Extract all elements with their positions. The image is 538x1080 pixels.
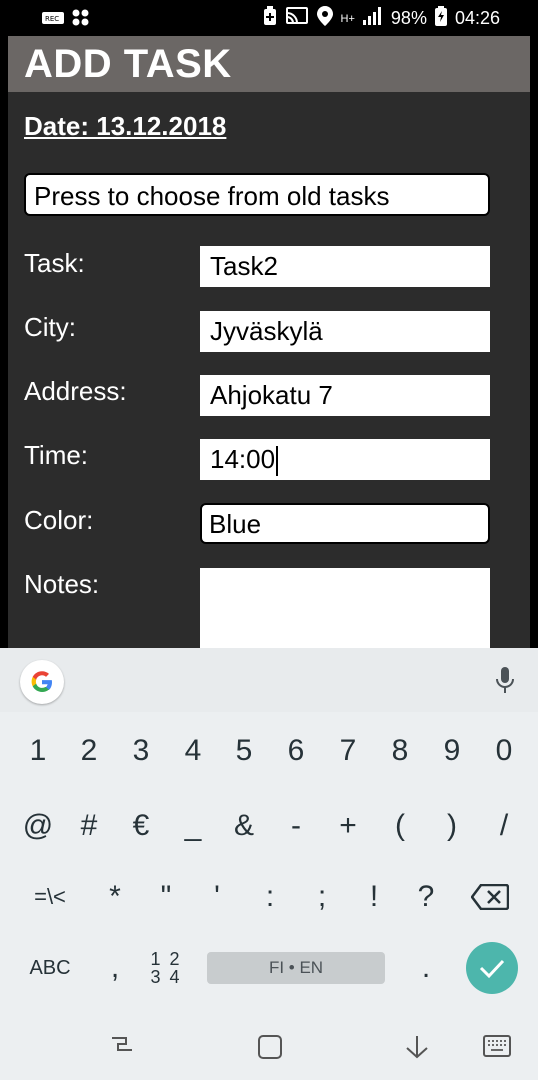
keyboard-row-symbols: @ # € _ & - + ( ) / xyxy=(0,790,538,862)
key-euro[interactable]: € xyxy=(115,790,167,862)
key-exclamation[interactable]: ! xyxy=(348,861,400,933)
key-5[interactable]: 5 xyxy=(218,715,270,787)
key-left-paren[interactable]: ( xyxy=(374,790,426,862)
network-type: H+ xyxy=(340,12,355,25)
text-cursor xyxy=(276,446,279,477)
key-8[interactable]: 8 xyxy=(374,715,426,787)
status-bar: REC H+ 98% 04:26 xyxy=(0,0,538,36)
color-select[interactable]: Blue xyxy=(200,503,490,544)
enter-button[interactable] xyxy=(466,942,518,994)
recent-apps-icon[interactable] xyxy=(108,1034,136,1063)
key-at[interactable]: @ xyxy=(12,790,64,862)
grid-icon xyxy=(72,9,90,32)
signal-icon xyxy=(362,7,383,30)
color-label: Color: xyxy=(24,505,94,535)
key-comma[interactable]: , xyxy=(89,932,141,1004)
key-1[interactable]: 1 xyxy=(12,715,64,787)
address-label: Address: xyxy=(24,376,127,406)
backspace-icon[interactable] xyxy=(464,861,516,933)
choose-old-tasks-button[interactable]: Press to choose from old tasks xyxy=(24,173,490,216)
notes-textarea[interactable] xyxy=(200,568,490,648)
soft-keyboard: 1 2 3 4 5 6 7 8 9 0 @ # € _ & - + ( ) / … xyxy=(0,648,538,1010)
key-colon[interactable]: : xyxy=(244,861,296,933)
numpad-label-bottom: 3 4 xyxy=(150,967,182,987)
key-semicolon[interactable]: ; xyxy=(296,861,348,933)
key-hash[interactable]: # xyxy=(63,790,115,862)
key-4[interactable]: 4 xyxy=(167,715,219,787)
address-input[interactable]: Ahjokatu 7 xyxy=(200,375,490,416)
key-minus[interactable]: - xyxy=(270,790,322,862)
microphone-icon[interactable] xyxy=(494,666,516,699)
city-input[interactable]: Jyväskylä xyxy=(200,311,490,352)
key-underscore[interactable]: _ xyxy=(167,790,219,862)
key-slash[interactable]: / xyxy=(478,790,530,862)
rec-icon: REC xyxy=(42,11,64,30)
navigation-bar xyxy=(0,1010,538,1080)
key-9[interactable]: 9 xyxy=(426,715,478,787)
date-label: Date: 13.12.2018 xyxy=(24,111,227,141)
key-double-quote[interactable]: " xyxy=(140,861,192,933)
key-right-paren[interactable]: ) xyxy=(426,790,478,862)
space-bar[interactable]: FI • EN xyxy=(207,952,385,984)
key-0[interactable]: 0 xyxy=(478,715,530,787)
key-numpad[interactable]: 1 2 3 4 xyxy=(140,932,192,1004)
key-more-symbols[interactable]: =\< xyxy=(20,861,80,933)
notes-label: Notes: xyxy=(24,569,100,599)
page-title: ADD TASK xyxy=(24,42,232,86)
svg-text:REC: REC xyxy=(45,15,59,23)
title-bar: ADD TASK xyxy=(8,36,530,92)
time-label: Time: xyxy=(24,440,89,470)
key-single-quote[interactable]: ' xyxy=(191,861,243,933)
key-abc[interactable]: ABC xyxy=(15,932,85,1004)
google-icon[interactable] xyxy=(20,660,64,704)
keyboard-row-numbers: 1 2 3 4 5 6 7 8 9 0 xyxy=(0,715,538,787)
city-label: City: xyxy=(24,312,76,342)
battery-percent: 98% xyxy=(390,8,427,28)
key-question[interactable]: ? xyxy=(400,861,452,933)
key-ampersand[interactable]: & xyxy=(218,790,270,862)
clock: 04:26 xyxy=(454,8,500,28)
task-input[interactable]: Task2 xyxy=(200,246,490,287)
key-7[interactable]: 7 xyxy=(322,715,374,787)
key-period[interactable]: . xyxy=(400,932,452,1004)
battery-saver-icon xyxy=(263,6,277,31)
checkmark-icon xyxy=(479,959,505,979)
key-asterisk[interactable]: * xyxy=(89,861,141,933)
battery-icon xyxy=(434,6,447,31)
home-icon[interactable] xyxy=(257,1034,283,1065)
add-task-screen: ADD TASK Date: 13.12.2018 Press to choos… xyxy=(8,36,530,648)
time-value: 14:00 xyxy=(210,444,276,474)
key-2[interactable]: 2 xyxy=(63,715,115,787)
task-label: Task: xyxy=(24,248,85,278)
suggestion-bar xyxy=(0,648,538,712)
cast-icon xyxy=(285,6,309,31)
time-input[interactable]: 14:00 xyxy=(200,439,490,480)
location-icon xyxy=(316,6,333,31)
key-plus[interactable]: + xyxy=(322,790,374,862)
hide-keyboard-icon[interactable] xyxy=(403,1034,431,1065)
keyboard-row-punctuation: =\< * " ' : ; ! ? xyxy=(0,861,538,933)
keyboard-row-bottom: ABC , 1 2 3 4 FI • EN . xyxy=(0,932,538,1004)
key-6[interactable]: 6 xyxy=(270,715,322,787)
key-3[interactable]: 3 xyxy=(115,715,167,787)
keyboard-switch-icon[interactable] xyxy=(483,1034,511,1063)
numpad-label-top: 1 2 xyxy=(150,949,182,969)
